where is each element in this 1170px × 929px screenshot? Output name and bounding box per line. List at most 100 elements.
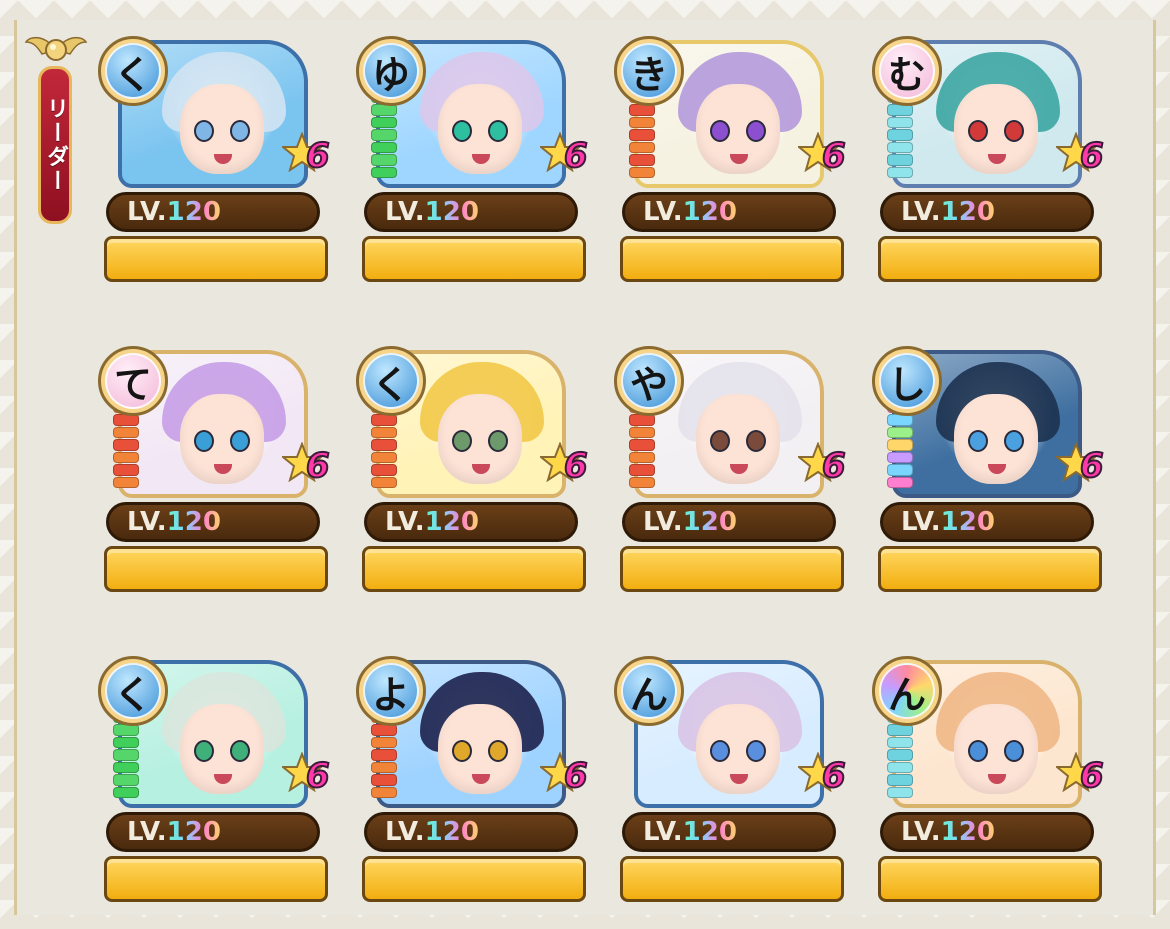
level-prefix: LV. (901, 817, 941, 847)
level-value: 120 (682, 197, 737, 227)
character-initial: き (621, 43, 677, 99)
character-card[interactable]: く 6 LV. 120 (98, 656, 331, 906)
level-value: 120 (166, 197, 221, 227)
level-bar: LV. 120 (364, 502, 578, 542)
star-rank: 6 (540, 442, 596, 492)
character-initial: ん (621, 663, 677, 719)
level-bar: LV. 120 (880, 812, 1094, 852)
level-prefix: LV. (643, 507, 683, 537)
level-bar: LV. 120 (622, 502, 836, 542)
level-prefix: LV. (127, 507, 167, 537)
name-plate[interactable] (104, 236, 328, 282)
character-initial: や (621, 353, 677, 409)
name-plate[interactable] (104, 546, 328, 592)
character-card[interactable]: ゆ 6 LV. 120 (356, 36, 589, 286)
star-rank-number: 6 (821, 445, 847, 487)
star-rank: 6 (1056, 132, 1112, 182)
level-bar: LV. 120 (106, 812, 320, 852)
character-initial-badge: や (614, 346, 684, 416)
level-bar: LV. 120 (622, 812, 836, 852)
star-rank-number: 6 (563, 135, 589, 177)
star-rank-number: 6 (563, 755, 589, 797)
name-plate[interactable] (362, 236, 586, 282)
character-initial-badge: き (614, 36, 684, 106)
level-bar: LV. 120 (880, 502, 1094, 542)
level-value: 120 (424, 817, 479, 847)
character-card[interactable]: ん 6 LV. 120 (614, 656, 847, 906)
star-rank-number: 6 (305, 135, 331, 177)
character-initial: む (879, 43, 935, 99)
level-value: 120 (682, 817, 737, 847)
star-rank-number: 6 (1079, 755, 1105, 797)
character-card[interactable]: て 6 LV. 120 (98, 346, 331, 596)
level-bar: LV. 120 (364, 812, 578, 852)
character-initial-badge: く (98, 656, 168, 726)
level-bar: LV. 120 (880, 192, 1094, 232)
character-initial-badge: ん (614, 656, 684, 726)
leader-label: リーダー (43, 97, 68, 193)
name-plate[interactable] (620, 856, 844, 902)
star-rank-number: 6 (821, 755, 847, 797)
level-bar: LV. 120 (364, 192, 578, 232)
level-prefix: LV. (385, 817, 425, 847)
level-bar: LV. 120 (106, 192, 320, 232)
character-initial-badge: し (872, 346, 942, 416)
level-value: 120 (940, 197, 995, 227)
name-plate[interactable] (620, 236, 844, 282)
star-rank-number: 6 (1079, 445, 1105, 487)
character-initial: て (105, 353, 161, 409)
character-initial: ゆ (363, 43, 419, 99)
character-initial: ん (879, 663, 935, 719)
character-initial: く (105, 43, 161, 99)
leader-badge: リーダー (24, 28, 88, 224)
star-rank: 6 (798, 442, 854, 492)
character-initial: く (363, 353, 419, 409)
star-rank-number: 6 (563, 445, 589, 487)
character-card[interactable]: し 6 LV. 120 (872, 346, 1105, 596)
character-initial: く (105, 663, 161, 719)
character-card[interactable]: き 6 LV. 120 (614, 36, 847, 286)
star-rank: 6 (540, 752, 596, 802)
character-card[interactable]: や 6 LV. 120 (614, 346, 847, 596)
level-value: 120 (940, 507, 995, 537)
star-rank: 6 (798, 752, 854, 802)
star-rank: 6 (540, 132, 596, 182)
character-card[interactable]: ん 6 LV. 120 (872, 656, 1105, 906)
character-card[interactable]: く 6 LV. 120 (98, 36, 331, 286)
level-prefix: LV. (901, 507, 941, 537)
character-initial-badge: ん (872, 656, 942, 726)
character-initial-badge: く (356, 346, 426, 416)
name-plate[interactable] (878, 856, 1102, 902)
level-value: 120 (166, 817, 221, 847)
level-prefix: LV. (385, 507, 425, 537)
level-prefix: LV. (901, 197, 941, 227)
level-bar: LV. 120 (622, 192, 836, 232)
star-rank: 6 (282, 132, 338, 182)
character-card[interactable]: よ 6 LV. 120 (356, 656, 589, 906)
star-rank-number: 6 (305, 445, 331, 487)
name-plate[interactable] (878, 236, 1102, 282)
name-plate[interactable] (620, 546, 844, 592)
star-rank-number: 6 (821, 135, 847, 177)
star-rank: 6 (282, 752, 338, 802)
star-rank: 6 (798, 132, 854, 182)
level-prefix: LV. (643, 197, 683, 227)
level-bar: LV. 120 (106, 502, 320, 542)
character-card[interactable]: く 6 LV. 120 (356, 346, 589, 596)
level-prefix: LV. (127, 197, 167, 227)
name-plate[interactable] (104, 856, 328, 902)
level-value: 120 (166, 507, 221, 537)
character-initial-badge: て (98, 346, 168, 416)
level-prefix: LV. (385, 197, 425, 227)
character-initial-badge: む (872, 36, 942, 106)
name-plate[interactable] (362, 546, 586, 592)
level-value: 120 (424, 197, 479, 227)
character-card[interactable]: む 6 LV. 120 (872, 36, 1105, 286)
name-plate[interactable] (362, 856, 586, 902)
star-rank-number: 6 (305, 755, 331, 797)
name-plate[interactable] (878, 546, 1102, 592)
character-initial-badge: く (98, 36, 168, 106)
level-value: 120 (682, 507, 737, 537)
star-rank: 6 (282, 442, 338, 492)
level-prefix: LV. (643, 817, 683, 847)
